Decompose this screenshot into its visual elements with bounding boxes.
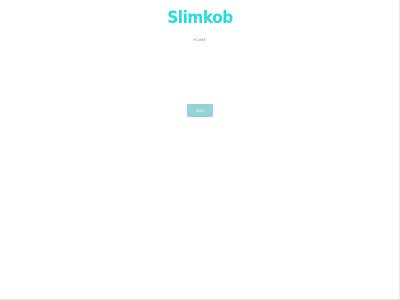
add-button[interactable]: ADD	[187, 104, 213, 117]
page-subtitle: HOME	[193, 37, 207, 42]
page: Slimkob HOME ADD	[0, 0, 400, 300]
site-title: Slimkob	[167, 8, 233, 28]
